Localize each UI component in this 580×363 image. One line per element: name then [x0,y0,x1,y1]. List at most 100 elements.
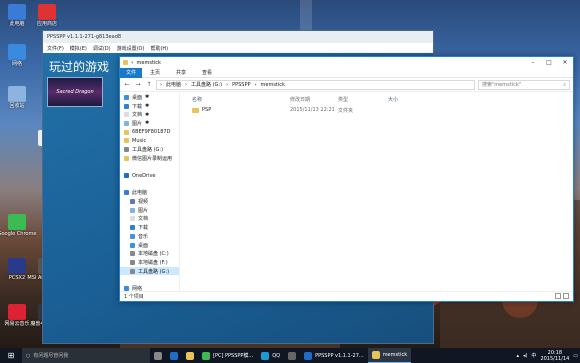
column-header[interactable]: 名称 [182,96,290,103]
breadcrumb-item[interactable]: PPSSPP [232,82,250,88]
desktop-icon[interactable]: 网络 [2,44,32,67]
search-input[interactable]: 搜索"memstick" ⌕ [478,79,570,90]
taskbar-button[interactable]: [PC] PPSSPP模... [198,348,257,363]
back-arrow-icon[interactable]: ← [123,81,131,89]
explorer-title-bar[interactable]: ▾ memstick – □ ✕ [120,57,573,68]
folder-icon [371,351,380,359]
breadcrumb-item[interactable]: memstick [261,82,285,88]
ribbon-tab[interactable]: 主页 [142,69,168,76]
nav-item[interactable]: 本地磁盘 (F:) [120,258,179,267]
task-view-icon [154,351,162,360]
address-bar[interactable]: › 此电脑 › 工具盘路 (G:) › PPSSPP › memstick [156,79,475,90]
ppsspp-menu-item[interactable]: 文件(F) [47,45,64,52]
chrome-icon [8,214,26,230]
nav-item[interactable]: 此电脑 [120,189,179,198]
taskbar-button[interactable]: PPSSPP v1.1.1-27... [300,348,368,363]
ppsspp-menu-item[interactable]: 帮助(H) [150,45,168,52]
system-tray: ▴ ◂) 中 20:18 2015/11/14 ▭ [516,348,578,363]
nav-item-icon [124,173,129,179]
nav-item[interactable]: 文档 ✱ [120,110,179,119]
forward-arrow-icon[interactable]: → [134,81,142,89]
file-explorer-window[interactable]: ▾ memstick – □ ✕ 文件 主页 共享 查看 ← → ↑ › 此电脑 › 工具… [119,56,574,302]
ime-indicator[interactable]: 中 [531,352,536,359]
windows-icon[interactable]: ⊞ [0,348,22,363]
nav-item[interactable]: 桌面 [120,241,179,250]
ppsspp-menu-item[interactable]: 调试(D) [93,45,111,52]
nav-item[interactable]: 音乐 [120,232,179,241]
column-header[interactable]: 大小 [388,96,428,103]
taskbar-button[interactable] [284,348,300,363]
desktop-icon[interactable]: 此电脑 [2,4,32,27]
nav-item[interactable]: 本地磁盘 (C:) [120,249,179,258]
nav-item[interactable]: 图片 ✱ [120,119,179,128]
navigation-pane: 桌面 ✱ 下载 ✱ 文档 ✱ 图片 ✱ 6BEF9F80187D Music 工具盘路 (G:) 微信… [120,93,180,291]
column-header[interactable]: 修改日期 [290,96,338,103]
nav-item-label: 文档 [138,216,149,223]
nav-item[interactable]: 6BEF9F80187D [120,128,179,137]
nav-item[interactable]: 工具盘路 (G:) [120,266,179,276]
ribbon-tab[interactable]: 查看 [194,69,220,76]
nav-item-label: 桌面 [138,242,149,249]
nav-item[interactable]: 工具盘路 (G:) [120,145,179,154]
details-view-icon[interactable] [555,293,561,299]
edge-icon [170,351,178,360]
table-row[interactable]: PSP 2015/11/13 22:21 文件夹 [182,105,573,115]
nav-item[interactable]: Music [120,136,179,145]
desktop-icon-label: Google Chrome [0,231,37,237]
up-arrow-icon[interactable]: ↑ [145,81,153,89]
quick-access-toolbar-icon[interactable]: ▾ [131,60,134,66]
nav-item-icon [130,268,135,274]
desktop-icon[interactable]: 应用商店 [32,4,62,27]
nav-item[interactable]: 文档 [120,215,179,224]
nav-item[interactable]: OneDrive [120,171,179,180]
recent-games-heading: 玩过的游戏 [49,60,110,74]
ppsspp-menu-bar: 文件(F) 模拟(E) 调试(D) 游戏设置(O) 帮助(H) [43,43,433,53]
cortana-search[interactable]: ○ 有问题尽管问我 [22,348,150,363]
ppsspp-title: PPSSPP v1.1.1-271-g813ead8 [47,34,122,40]
nav-item[interactable]: 图片 [120,206,179,215]
taskbar-button[interactable] [150,348,166,363]
file-name: PSP [202,107,212,113]
game-thumbnail[interactable]: Sacred Dragon [47,77,103,107]
app-icon [288,351,297,360]
breadcrumb-item[interactable]: 此电脑 [166,81,181,88]
taskbar-button[interactable] [166,348,182,363]
nav-item[interactable]: 下载 ✱ [120,102,179,111]
taskbar-button[interactable]: memstick [367,348,412,363]
view-toggle [555,293,569,299]
nav-item[interactable]: 桌面 ✱ [120,93,179,102]
nav-item-label: 文档 [132,112,143,119]
ribbon-tab[interactable]: 共享 [168,69,194,76]
breadcrumb-item[interactable]: 工具盘路 (G:) [191,81,222,88]
volume-icon[interactable]: ◂) [523,353,527,359]
ppsspp-title-bar[interactable]: PPSSPP v1.1.1-271-g813ead8 [43,31,433,43]
nav-item-icon [124,120,129,126]
nav-item[interactable]: 视频 [120,197,179,206]
network-icon [8,44,26,60]
nav-item-label: 工具盘路 (G:) [132,146,164,153]
nav-item[interactable]: 网络 [120,284,179,291]
column-header[interactable]: 类型 [338,96,388,103]
nav-item[interactable]: 下载 [120,223,179,232]
nav-item[interactable]: 微信图片录制运用 [120,154,179,163]
large-icons-view-icon[interactable] [563,293,569,299]
ppsspp-menu-item[interactable]: 游戏设置(O) [117,45,145,52]
network-icon[interactable]: ▴ [516,353,519,359]
taskbar-button[interactable] [182,348,198,363]
column-headers: 名称 修改日期 类型 大小 [182,93,573,105]
notification-icon[interactable]: ▭ [573,353,578,359]
file-type: 文件夹 [338,107,354,114]
nav-item-label: 图片 [138,207,149,214]
clock-date: 2015/11/14 [540,355,570,362]
desktop-icon[interactable]: Google Chrome [0,214,36,237]
close-button[interactable]: ✕ [557,57,573,68]
ribbon-file-tab[interactable]: 文件 [120,67,143,78]
desktop-icon[interactable]: 回收站 [2,86,32,109]
maximize-button[interactable]: □ [541,57,557,68]
taskbar-button[interactable]: QQ [257,348,284,363]
minimize-button[interactable]: – [525,57,541,68]
ppsspp-menu-item[interactable]: 模拟(E) [70,45,87,52]
desktop-icon[interactable]: 网易云音乐 [2,304,32,327]
desktop-icon-label: PCSX2 [8,275,26,281]
clock[interactable]: 20:18 2015/11/14 [540,350,569,362]
